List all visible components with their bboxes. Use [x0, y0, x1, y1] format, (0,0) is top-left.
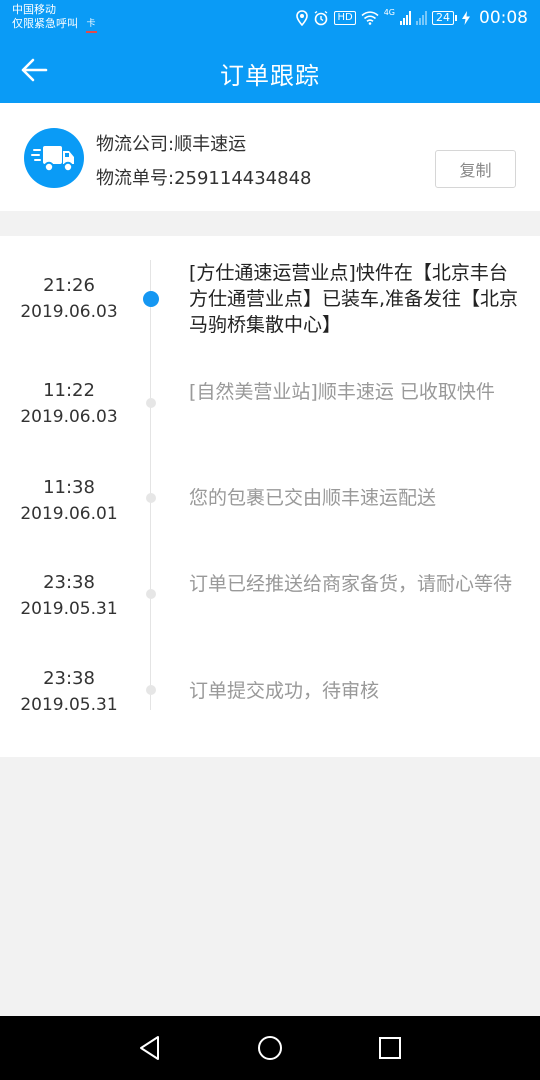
page-title: 订单跟踪 [220, 62, 320, 90]
app-bar: 订单跟踪 [0, 36, 540, 103]
network-type-icon: 4G [383, 8, 395, 17]
event-date: 2019.06.01 [20, 504, 118, 524]
alarm-icon [313, 10, 329, 26]
event-time: 11:38 [43, 477, 95, 498]
location-icon [296, 10, 309, 26]
triangle-back-icon [140, 1036, 159, 1060]
event-time: 11:22 [43, 380, 95, 401]
signal-strength-icon [400, 11, 411, 25]
hd-icon: HD [334, 11, 356, 25]
carrier-info: 中国移动 仅限紧急呼叫 卡 [12, 3, 97, 33]
event-description: 您的包裹已交由顺丰速运配送 [189, 487, 437, 509]
timeline-dot [146, 589, 156, 599]
event-date: 2019.05.31 [20, 599, 118, 619]
event-description: [自然美营业站]顺丰速运 已收取快件 [189, 381, 495, 403]
nav-recent-button[interactable] [374, 1032, 406, 1064]
system-nav-bar [0, 1016, 540, 1080]
status-time: 00:08 [479, 8, 528, 28]
tracking-timeline: 21:26 2019.06.03 [方仕通速运营业点]快件在【北京丰台方仕通营业… [0, 236, 540, 757]
truck-icon [31, 146, 74, 173]
event-date: 2019.06.03 [20, 302, 118, 322]
event-description: 订单提交成功，待审核 [189, 680, 380, 702]
header: 中国移动 仅限紧急呼叫 卡 HD 4G 24 00:08 订单跟踪 [0, 0, 540, 103]
event-time: 23:38 [43, 668, 95, 689]
sim-icon: 卡 [85, 17, 97, 33]
event-time: 23:38 [43, 572, 95, 593]
timeline-dot [146, 398, 156, 408]
square-recent-icon [379, 1037, 401, 1059]
event-date: 2019.06.03 [20, 407, 118, 427]
timeline-dot [146, 685, 156, 695]
emergency-only-label: 仅限紧急呼叫 [12, 17, 78, 30]
circle-home-icon [258, 1036, 282, 1060]
battery-icon: 24 [432, 11, 457, 25]
status-bar: 中国移动 仅限紧急呼叫 卡 HD 4G 24 00:08 [0, 0, 540, 36]
truck-avatar [24, 128, 84, 188]
copy-button[interactable]: 复制 [435, 150, 516, 188]
event-time: 21:26 [43, 275, 95, 296]
wifi-icon [361, 11, 379, 25]
signal-sim2-icon [416, 11, 427, 25]
status-icons: HD 4G 24 00:08 [296, 8, 528, 28]
timeline-dot [146, 493, 156, 503]
timeline-dot-active [143, 291, 159, 307]
event-date: 2019.05.31 [20, 695, 118, 715]
event-description: 订单已经推送给商家备货，请耐心等待 [189, 573, 513, 595]
timeline-line [150, 260, 151, 710]
logistics-company: 物流公司:顺丰速运 [96, 134, 247, 155]
carrier-name: 中国移动 [12, 3, 56, 16]
charging-icon [462, 11, 470, 25]
tracking-number: 物流单号:259114434848 [96, 168, 312, 189]
event-description: [方仕通速运营业点]快件在【北京丰台方仕通营业点】已装车,准备发往【北京马驹桥集… [189, 262, 519, 336]
nav-home-button[interactable] [254, 1032, 286, 1064]
nav-back-button[interactable] [134, 1032, 166, 1064]
carrier-info-card: 物流公司:顺丰速运 物流单号:259114434848 复制 [0, 103, 540, 211]
